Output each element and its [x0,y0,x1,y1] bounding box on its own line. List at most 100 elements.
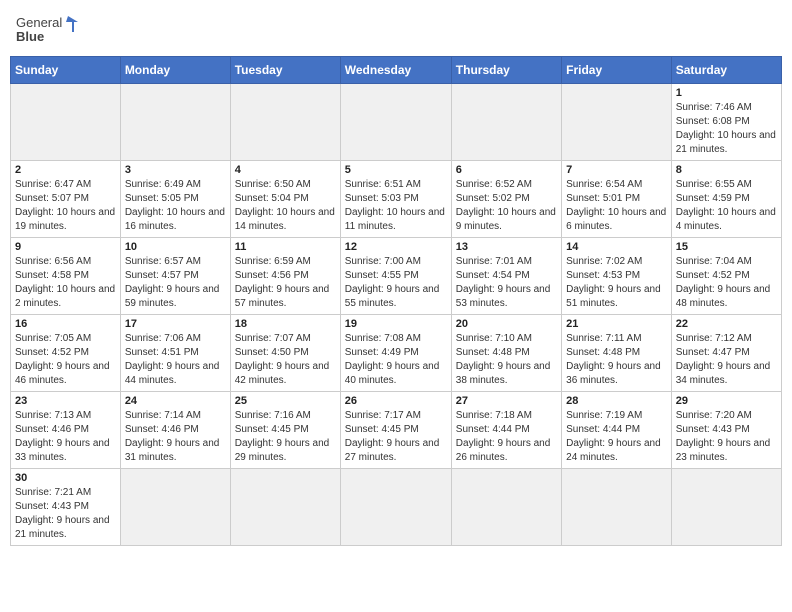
day-cell: 4Sunrise: 6:50 AM Sunset: 5:04 PM Daylig… [230,161,340,238]
day-info: Sunrise: 6:54 AM Sunset: 5:01 PM Dayligh… [566,178,667,234]
page: GeneralBlue SundayMondayTuesdayWednesday… [0,0,792,556]
day-cell: 27 Sunrise: 7:18 AM Sunset: 4:44 PM Dayli… [451,392,561,469]
day-info: Sunrise: 7:21 AM Sunset: 4:43 PM Dayligh… [15,486,116,542]
day-number: 30 [15,472,116,484]
day-info: Sunrise: 7:05 AM Sunset: 4:52 PM Dayligh… [15,332,116,388]
day-info: Sunrise: 7:00 AM Sunset: 4:55 PM Dayligh… [345,255,447,311]
day-info: Sunrise: 7:19 AM Sunset: 4:44 PM Dayligh… [566,409,667,465]
day-cell: 7 Sunrise: 6:54 AM Sunset: 5:01 PM Daylig… [562,161,672,238]
day-cell [451,84,561,161]
day-number: 17 [125,318,226,330]
day-cell: 30 Sunrise: 7:21 AM Sunset: 4:43 PM Dayli… [11,469,121,546]
day-info: Sunrise: 7:01 AM Sunset: 4:54 PM Dayligh… [456,255,557,311]
day-number: 21 [566,318,667,330]
day-cell: 25 Sunrise: 7:16 AM Sunset: 4:45 PM Dayli… [230,392,340,469]
day-number: 2 [15,164,116,176]
day-cell [671,469,781,546]
week-row-3: 16Sunrise: 7:05 AM Sunset: 4:52 PM Dayli… [11,315,782,392]
day-info: Sunrise: 7:18 AM Sunset: 4:44 PM Dayligh… [456,409,557,465]
day-cell: 11Sunrise: 6:59 AM Sunset: 4:56 PM Dayli… [230,238,340,315]
day-number: 6 [456,164,557,176]
col-header-monday: Monday [120,57,230,84]
col-header-friday: Friday [562,57,672,84]
day-number: 27 [456,395,557,407]
day-info: Sunrise: 7:20 AM Sunset: 4:43 PM Dayligh… [676,409,777,465]
day-cell [11,84,121,161]
day-cell: 17 Sunrise: 7:06 AM Sunset: 4:51 PM Dayli… [120,315,230,392]
day-cell: 1 Sunrise: 7:46 AM Sunset: 6:08 PM Daylig… [671,84,781,161]
day-info: Sunrise: 7:10 AM Sunset: 4:48 PM Dayligh… [456,332,557,388]
day-info: Sunrise: 7:04 AM Sunset: 4:52 PM Dayligh… [676,255,777,311]
col-header-sunday: Sunday [11,57,121,84]
day-info: Sunrise: 7:06 AM Sunset: 4:51 PM Dayligh… [125,332,226,388]
day-cell: 8 Sunrise: 6:55 AM Sunset: 4:59 PM Daylig… [671,161,781,238]
week-row-4: 23 Sunrise: 7:13 AM Sunset: 4:46 PM Dayli… [11,392,782,469]
day-cell [340,84,451,161]
day-cell: 15 Sunrise: 7:04 AM Sunset: 4:52 PM Dayli… [671,238,781,315]
day-number: 14 [566,241,667,253]
day-cell [120,84,230,161]
day-cell: 24 Sunrise: 7:14 AM Sunset: 4:46 PM Dayli… [120,392,230,469]
day-cell: 19 Sunrise: 7:08 AM Sunset: 4:49 PM Dayli… [340,315,451,392]
day-number: 1 [676,87,777,99]
day-number: 13 [456,241,557,253]
col-header-saturday: Saturday [671,57,781,84]
logo: GeneralBlue [16,14,88,44]
day-info: Sunrise: 7:08 AM Sunset: 4:49 PM Dayligh… [345,332,447,388]
day-cell [230,469,340,546]
day-cell [120,469,230,546]
day-cell: 9Sunrise: 6:56 AM Sunset: 4:58 PM Daylig… [11,238,121,315]
day-cell: 13 Sunrise: 7:01 AM Sunset: 4:54 PM Dayli… [451,238,561,315]
col-header-wednesday: Wednesday [340,57,451,84]
generalblue-logo-icon: GeneralBlue [16,14,88,44]
day-number: 12 [345,241,447,253]
day-number: 8 [676,164,777,176]
day-cell [230,84,340,161]
day-number: 5 [345,164,447,176]
day-info: Sunrise: 6:49 AM Sunset: 5:05 PM Dayligh… [125,178,226,234]
day-cell: 23 Sunrise: 7:13 AM Sunset: 4:46 PM Dayli… [11,392,121,469]
day-number: 10 [125,241,226,253]
day-cell: 16Sunrise: 7:05 AM Sunset: 4:52 PM Dayli… [11,315,121,392]
svg-text:General: General [16,15,62,30]
day-info: Sunrise: 7:02 AM Sunset: 4:53 PM Dayligh… [566,255,667,311]
day-info: Sunrise: 6:55 AM Sunset: 4:59 PM Dayligh… [676,178,777,234]
day-number: 24 [125,395,226,407]
day-number: 23 [15,395,116,407]
day-info: Sunrise: 6:52 AM Sunset: 5:02 PM Dayligh… [456,178,557,234]
day-cell: 14 Sunrise: 7:02 AM Sunset: 4:53 PM Dayli… [562,238,672,315]
day-info: Sunrise: 6:59 AM Sunset: 4:56 PM Dayligh… [235,255,336,311]
day-number: 22 [676,318,777,330]
day-info: Sunrise: 6:50 AM Sunset: 5:04 PM Dayligh… [235,178,336,234]
day-cell: 12 Sunrise: 7:00 AM Sunset: 4:55 PM Dayli… [340,238,451,315]
day-info: Sunrise: 7:16 AM Sunset: 4:45 PM Dayligh… [235,409,336,465]
day-cell: 2 Sunrise: 6:47 AM Sunset: 5:07 PM Daylig… [11,161,121,238]
day-cell: 22 Sunrise: 7:12 AM Sunset: 4:47 PM Dayli… [671,315,781,392]
day-number: 3 [125,164,226,176]
day-info: Sunrise: 7:07 AM Sunset: 4:50 PM Dayligh… [235,332,336,388]
week-row-5: 30 Sunrise: 7:21 AM Sunset: 4:43 PM Dayli… [11,469,782,546]
day-number: 7 [566,164,667,176]
col-header-thursday: Thursday [451,57,561,84]
day-info: Sunrise: 7:12 AM Sunset: 4:47 PM Dayligh… [676,332,777,388]
day-number: 29 [676,395,777,407]
day-info: Sunrise: 7:13 AM Sunset: 4:46 PM Dayligh… [15,409,116,465]
day-info: Sunrise: 6:57 AM Sunset: 4:57 PM Dayligh… [125,255,226,311]
day-info: Sunrise: 7:17 AM Sunset: 4:45 PM Dayligh… [345,409,447,465]
calendar: SundayMondayTuesdayWednesdayThursdayFrid… [10,56,782,546]
svg-text:Blue: Blue [16,29,44,44]
day-number: 19 [345,318,447,330]
day-info: Sunrise: 7:46 AM Sunset: 6:08 PM Dayligh… [676,101,777,157]
day-cell: 6 Sunrise: 6:52 AM Sunset: 5:02 PM Daylig… [451,161,561,238]
day-number: 25 [235,395,336,407]
day-cell: 18Sunrise: 7:07 AM Sunset: 4:50 PM Dayli… [230,315,340,392]
day-info: Sunrise: 6:51 AM Sunset: 5:03 PM Dayligh… [345,178,447,234]
day-cell: 21Sunrise: 7:11 AM Sunset: 4:48 PM Dayli… [562,315,672,392]
day-cell: 29 Sunrise: 7:20 AM Sunset: 4:43 PM Dayli… [671,392,781,469]
week-row-2: 9Sunrise: 6:56 AM Sunset: 4:58 PM Daylig… [11,238,782,315]
day-info: Sunrise: 7:14 AM Sunset: 4:46 PM Dayligh… [125,409,226,465]
day-cell: 28Sunrise: 7:19 AM Sunset: 4:44 PM Dayli… [562,392,672,469]
day-info: Sunrise: 6:47 AM Sunset: 5:07 PM Dayligh… [15,178,116,234]
day-number: 15 [676,241,777,253]
col-header-tuesday: Tuesday [230,57,340,84]
